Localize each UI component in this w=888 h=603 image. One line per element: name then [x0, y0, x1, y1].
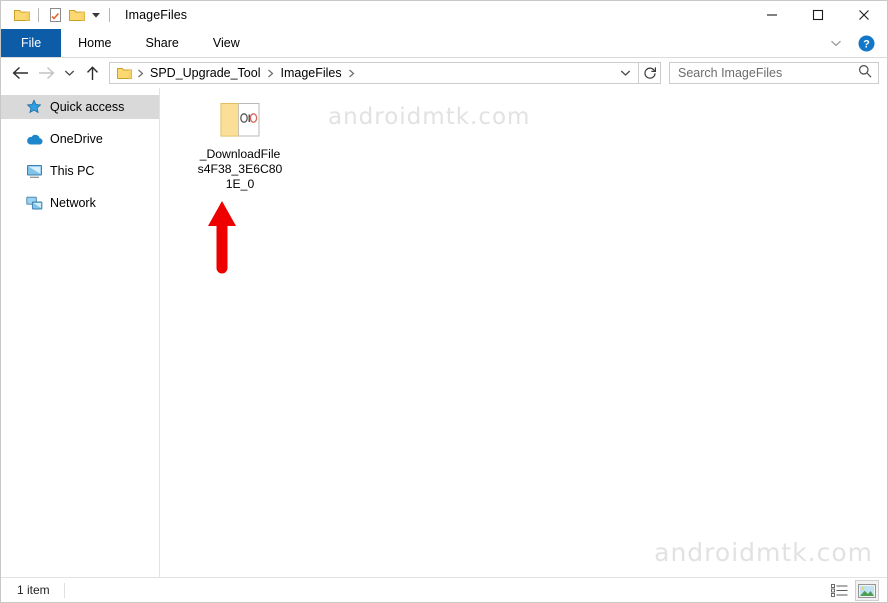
help-icon[interactable]: ?	[855, 32, 877, 54]
refresh-icon[interactable]	[639, 62, 661, 84]
minimize-button[interactable]	[749, 1, 795, 29]
view-toggle-group	[827, 578, 879, 603]
address-folder-icon	[116, 67, 132, 80]
breadcrumb-separator-3[interactable]	[344, 69, 360, 78]
quick-access-toolbar	[1, 4, 115, 26]
status-divider	[63, 582, 65, 598]
search-icon[interactable]	[858, 64, 872, 83]
details-view-icon[interactable]	[827, 580, 851, 601]
tab-view[interactable]: View	[196, 29, 257, 57]
explorer-body: Quick access OneDrive This PC Network an…	[1, 88, 887, 577]
file-list-pane[interactable]: androidmtk.com _DownloadFiles4F38_3E6C80…	[160, 88, 887, 577]
search-input[interactable]: Search ImageFiles	[678, 66, 858, 80]
star-icon	[25, 98, 43, 116]
sidebar-item-label: This PC	[50, 164, 95, 178]
large-icons-view-icon[interactable]	[855, 580, 879, 601]
open-folder-icon	[214, 96, 266, 144]
red-up-arrow-annotation	[206, 200, 238, 274]
address-chevron-down-icon[interactable]	[616, 69, 634, 77]
tab-file[interactable]: File	[1, 29, 62, 57]
status-item-count: 1 item	[17, 583, 50, 597]
navigation-sidebar: Quick access OneDrive This PC Network	[1, 88, 160, 577]
address-bar[interactable]: SPD_Upgrade_Tool ImageFiles	[109, 62, 639, 84]
sidebar-item-quick-access[interactable]: Quick access	[1, 95, 159, 119]
watermark-top: androidmtk.com	[328, 104, 531, 130]
breadcrumb-separator-1[interactable]	[132, 69, 148, 78]
toolbar-divider	[38, 8, 39, 22]
monitor-icon	[25, 162, 43, 180]
search-box[interactable]: Search ImageFiles	[669, 62, 879, 84]
ribbon-tab-strip: File Home Share View ?	[1, 29, 887, 58]
svg-text:?: ?	[863, 38, 870, 50]
tab-home[interactable]: Home	[61, 29, 128, 57]
chevron-down-icon[interactable]	[825, 32, 847, 54]
navigation-bar: SPD_Upgrade_Tool ImageFiles Search Image…	[1, 58, 887, 88]
sidebar-item-this-pc[interactable]: This PC	[1, 159, 159, 183]
window-controls	[749, 1, 887, 29]
sidebar-item-label: Quick access	[50, 100, 125, 114]
toolbar-divider-2	[109, 8, 110, 22]
file-item-label: _DownloadFiles4F38_3E6C801E_0	[197, 147, 283, 191]
file-item-download-folder[interactable]: _DownloadFiles4F38_3E6C801E_0	[188, 96, 292, 192]
status-bar: 1 item	[1, 577, 887, 602]
window-title: ImageFiles	[125, 8, 188, 22]
file-explorer-window: ImageFiles File Home Share View ? SPD_Up…	[0, 0, 888, 603]
breadcrumb-item-spd-upgrade-tool[interactable]: SPD_Upgrade_Tool	[148, 66, 263, 80]
maximize-button[interactable]	[795, 1, 841, 29]
properties-icon[interactable]	[44, 4, 66, 26]
breadcrumb-item-imagefiles[interactable]: ImageFiles	[279, 66, 344, 80]
chevron-down-icon[interactable]	[88, 4, 104, 26]
folder-icon[interactable]	[11, 4, 33, 26]
network-icon	[25, 194, 43, 212]
recent-locations-chevron-down-icon[interactable]	[59, 60, 79, 86]
new-folder-icon[interactable]	[66, 4, 88, 26]
sidebar-item-network[interactable]: Network	[1, 191, 159, 215]
cloud-icon	[25, 130, 43, 148]
title-bar: ImageFiles	[1, 1, 887, 29]
breadcrumb-separator-2[interactable]	[263, 69, 279, 78]
close-button[interactable]	[841, 1, 887, 29]
ribbon-right-controls: ?	[825, 29, 883, 57]
up-arrow-icon[interactable]	[79, 60, 105, 86]
back-arrow-icon[interactable]	[7, 60, 33, 86]
sidebar-item-onedrive[interactable]: OneDrive	[1, 127, 159, 151]
watermark-bottom: androidmtk.com	[654, 538, 873, 567]
sidebar-item-label: Network	[50, 196, 96, 210]
forward-arrow-icon	[33, 60, 59, 86]
sidebar-item-label: OneDrive	[50, 132, 103, 146]
tab-share[interactable]: Share	[129, 29, 196, 57]
